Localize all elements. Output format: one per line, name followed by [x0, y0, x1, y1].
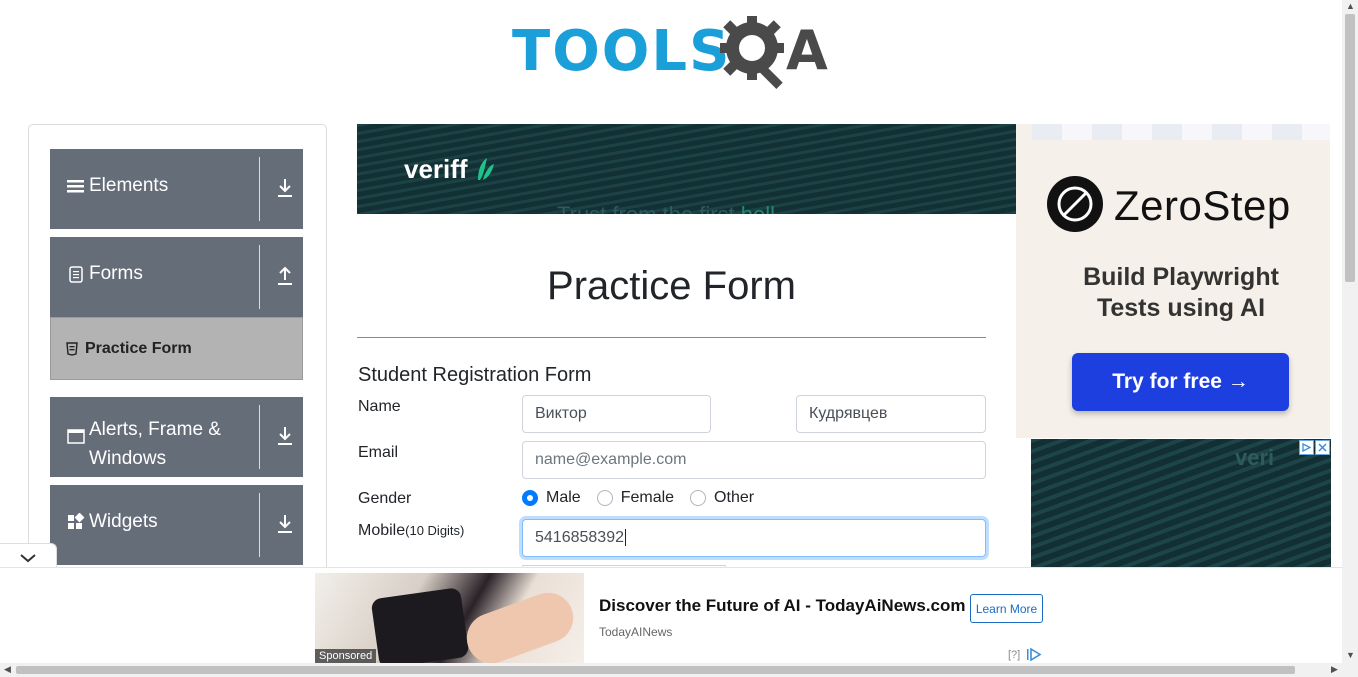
vertical-scrollbar[interactable]: ▲ ▼ — [1342, 0, 1358, 663]
html5-icon — [66, 341, 78, 356]
zerostep-ad[interactable]: ZeroStep Build Playwright Tests using AI… — [1016, 124, 1330, 438]
chevron-down-icon — [20, 553, 36, 562]
last-name-input[interactable]: Кудрявцев — [796, 395, 986, 433]
divider — [259, 157, 260, 221]
gender-label: Gender — [358, 490, 412, 507]
gender-other-radio[interactable]: Other — [690, 489, 754, 507]
try-for-free-button[interactable]: Try for free → — [1072, 353, 1289, 411]
sidebar-group-alerts[interactable]: Alerts, Frame & Windows — [50, 397, 303, 477]
scrollbar-thumb[interactable] — [16, 666, 1295, 674]
close-icon[interactable] — [1315, 440, 1330, 455]
download-icon[interactable] — [276, 513, 294, 535]
toolsqa-logo[interactable]: TOOLS A — [512, 14, 836, 92]
group-header[interactable]: Alerts, Frame & Windows — [50, 397, 303, 477]
learn-more-button[interactable]: Learn More — [970, 594, 1043, 623]
scroll-up-icon[interactable]: ▲ — [1346, 2, 1355, 11]
hand-shape — [459, 585, 581, 663]
sidebar: Elements Forms Practice Form Alerts, Fra… — [28, 124, 327, 584]
scroll-right-icon[interactable]: ▶ — [1331, 665, 1338, 674]
widgets-icon — [68, 513, 85, 529]
scroll-left-icon[interactable]: ◀ — [4, 665, 11, 674]
zerostep-brand: ZeroStep — [1114, 182, 1291, 229]
form-title: Student Registration Form — [358, 364, 592, 386]
hamburger-icon — [67, 180, 84, 193]
email-label: Email — [358, 444, 399, 461]
banner-brand: veriff — [404, 154, 468, 184]
document-icon — [69, 266, 83, 283]
sidebar-group-forms[interactable]: Forms — [50, 237, 303, 317]
leaf-icon — [478, 158, 494, 180]
text-caret — [624, 529, 626, 547]
gender-male-radio[interactable]: Male — [522, 489, 581, 507]
sidebar-group-widgets[interactable]: Widgets — [50, 485, 303, 565]
ad-background — [1032, 124, 1330, 140]
divider — [259, 493, 260, 557]
zero-slash-icon — [1057, 186, 1093, 222]
radio-label: Female — [620, 489, 675, 506]
gender-female-radio[interactable]: Female — [596, 489, 675, 507]
mobile-hint: (10 Digits) — [405, 523, 465, 538]
group-label: Elements — [89, 175, 169, 196]
mobile-label-text: Mobile — [358, 522, 406, 539]
ad-headline[interactable]: Discover the Future of AI - TodayAiNews.… — [599, 596, 966, 616]
radio-label: Other — [714, 489, 755, 506]
ad-source: TodayAINews — [599, 625, 673, 639]
bottom-sponsored-ad[interactable]: Sponsored Discover the Future of AI - To… — [0, 567, 1342, 663]
name-label: Name — [358, 398, 401, 415]
ad-ghost-text: veri — [1235, 445, 1275, 470]
viewport: TOOLS A Elements Forms Practice Form Ale… — [0, 0, 1358, 677]
menu-item-label: Practice Form — [85, 339, 192, 357]
mobile-value: 5416858392 — [535, 529, 624, 546]
logo-suffix: A — [786, 19, 828, 82]
horizontal-scrollbar[interactable]: ◀ ▶ — [0, 663, 1358, 677]
divider — [357, 337, 986, 338]
radio-label: Male — [546, 489, 581, 506]
mobile-label: Mobile(10 Digits) — [358, 522, 464, 540]
radio-dot[interactable] — [690, 490, 707, 506]
ad-background — [1031, 439, 1331, 567]
group-header[interactable]: Elements — [50, 149, 303, 229]
wallet-shape — [370, 587, 470, 663]
adchoices-icon[interactable] — [1299, 440, 1314, 455]
gender-radio-group: Male Female Other — [522, 489, 770, 507]
upload-icon[interactable] — [276, 265, 294, 287]
gear-search-icon — [720, 16, 784, 90]
zerostep-subtitle: Build Playwright Tests using AI — [1083, 263, 1279, 322]
first-name-input[interactable]: Виктор — [522, 395, 711, 433]
banner-tagline: Trust from the first hell — [557, 202, 775, 214]
group-label: Widgets — [89, 511, 158, 532]
scroll-down-icon[interactable]: ▼ — [1346, 651, 1355, 660]
email-input[interactable]: name@example.com — [522, 441, 986, 479]
radio-dot[interactable] — [596, 490, 613, 506]
logo-text: TOOLS — [512, 19, 732, 84]
group-label: Alerts, Frame & Windows — [89, 419, 221, 469]
page-title: Practice Form — [547, 264, 796, 308]
adchoices-icon[interactable] — [1026, 648, 1042, 661]
sidebar-item-practice-form[interactable]: Practice Form — [50, 317, 303, 380]
tagline-start: Trust from the first — [557, 202, 741, 214]
mobile-input[interactable]: 5416858392 — [522, 519, 986, 557]
sponsored-label: Sponsored — [315, 649, 377, 663]
zerostep-logo-icon — [1047, 176, 1103, 232]
radio-dot[interactable] — [522, 490, 538, 506]
scrollbar-thumb[interactable] — [1345, 14, 1355, 282]
sidebar-group-elements[interactable]: Elements — [50, 149, 303, 229]
veriff-banner-ad[interactable]: veriff Trust from the first hell — [357, 124, 1016, 214]
group-header[interactable]: Forms — [50, 237, 303, 317]
veriff-side-ad[interactable]: veri — [1031, 439, 1331, 567]
download-icon[interactable] — [276, 425, 294, 447]
ad-info-link[interactable]: [?] — [1008, 649, 1020, 661]
divider — [259, 245, 260, 309]
download-icon[interactable] — [276, 177, 294, 199]
tagline-end: hell — [741, 202, 775, 214]
group-header[interactable]: Widgets — [50, 485, 303, 565]
group-label: Forms — [89, 263, 143, 284]
window-icon — [67, 429, 85, 444]
divider — [259, 405, 260, 469]
